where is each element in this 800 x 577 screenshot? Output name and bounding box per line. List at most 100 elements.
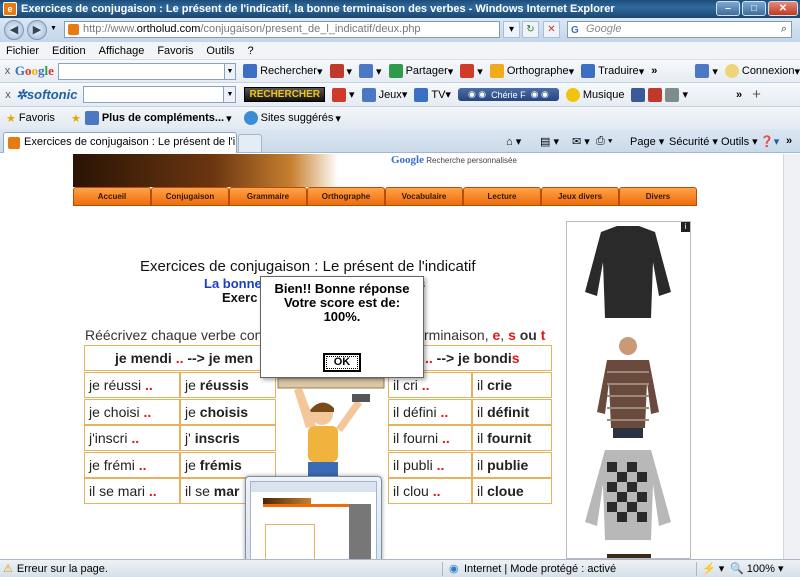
nav-conjugaison[interactable]: Conjugaison — [151, 187, 229, 206]
radio-player[interactable]: ◉ ◉ Chérie F ◉ ◉ — [457, 88, 559, 101]
new-tab-button[interactable] — [238, 134, 262, 152]
zoom-control[interactable]: 🔍 100% ▾ — [730, 562, 783, 575]
facebook-icon[interactable] — [631, 87, 646, 102]
bookmark-icon[interactable] — [460, 64, 475, 78]
refresh-icon[interactable]: ↻ — [522, 21, 539, 38]
close-button[interactable]: ✕ — [768, 1, 798, 16]
clothing-ad[interactable]: i — [566, 221, 691, 559]
ie-addon-icon — [84, 111, 99, 125]
google-partager-button[interactable]: Partager — [406, 65, 448, 77]
recent-pages-dropdown[interactable]: ▼ — [48, 24, 59, 35]
nav-grammaire[interactable]: Grammaire — [229, 187, 307, 206]
address-dropdown-icon[interactable]: ▾ — [503, 21, 520, 38]
ok-button[interactable]: OK — [323, 353, 361, 372]
answer-verb: inscris — [194, 430, 240, 446]
ad-info-icon[interactable]: i — [681, 222, 690, 232]
page-scrollbar[interactable] — [783, 154, 800, 559]
zoom-level: 100% — [746, 563, 775, 575]
nav-lecture[interactable]: Lecture — [463, 187, 541, 206]
page-menu[interactable]: Page ▾ — [630, 135, 664, 148]
google-traduire-button[interactable]: Traduire — [598, 65, 639, 77]
menu-affichage[interactable]: Affichage — [99, 45, 145, 57]
print-icon[interactable]: ⎙ ▾ — [596, 135, 612, 148]
menu-fichier[interactable]: Fichier — [6, 45, 39, 57]
mail-icon[interactable]: ✉ ▾ — [572, 135, 590, 148]
google-input-dropdown[interactable]: ▼ — [224, 62, 237, 80]
social-icon[interactable] — [665, 87, 680, 102]
warning-icon[interactable]: ⚠ — [3, 562, 13, 575]
address-input[interactable]: http://www.ortholud.com/conjugaison/pres… — [64, 21, 500, 38]
softonic-brand: softonic — [26, 86, 78, 102]
softonic-rechercher-button[interactable]: RECHERCHER — [244, 87, 326, 102]
answer-pronoun: il se — [185, 483, 214, 499]
instruction-right: rminaison, e, s ou t — [424, 327, 546, 343]
command-overflow-icon[interactable]: » — [786, 135, 792, 147]
puzzle-icon[interactable] — [359, 64, 374, 78]
popup-icon[interactable] — [329, 64, 344, 78]
answer-pronoun: il — [477, 483, 488, 499]
sites-suggeres-button[interactable]: Sites suggérés — [261, 112, 334, 124]
google-orthographe-button[interactable]: Orthographe — [507, 65, 569, 77]
menu-help[interactable]: ? — [248, 45, 254, 57]
close-softonic-icon[interactable]: x — [0, 89, 16, 101]
home-icon[interactable]: ⌂ ▾ — [506, 135, 521, 148]
youtube-icon[interactable] — [648, 87, 663, 102]
search-magnifier-icon[interactable]: ⌕ — [781, 22, 787, 37]
plus-de-complements-button[interactable]: Plus de compléments... — [102, 112, 224, 124]
blank-marker: .. — [143, 403, 152, 420]
answer-pronoun: il — [477, 403, 488, 420]
nav-accueil[interactable]: Accueil — [73, 187, 151, 206]
nav-vocabulaire[interactable]: Vocabulaire — [385, 187, 463, 206]
nav-jeux-divers[interactable]: Jeux divers — [541, 187, 619, 206]
internet-zone-icon: ◉ — [449, 563, 459, 575]
favoris-button[interactable]: Favoris — [19, 112, 55, 124]
maximize-button[interactable]: □ — [742, 1, 766, 16]
google-toolbar-input[interactable] — [57, 62, 225, 80]
stop-icon[interactable]: ✕ — [543, 21, 560, 38]
answer-verb: mar — [213, 483, 240, 499]
outils-menu[interactable]: Outils ▾ — [721, 135, 758, 148]
securite-menu[interactable]: Sécurité ▾ — [669, 135, 718, 148]
close-toolbar-icon[interactable]: x — [0, 65, 15, 77]
softonic-red-icon[interactable] — [332, 87, 347, 102]
connexion-icon — [724, 64, 739, 78]
answer-pronoun: il — [477, 377, 488, 393]
wrench-icon[interactable] — [695, 64, 710, 78]
forward-button[interactable]: ▶ — [27, 20, 47, 40]
menu-edition[interactable]: Edition — [52, 45, 86, 57]
table-cell-question: je choisi .. — [84, 398, 180, 425]
softonic-input-dropdown[interactable]: ▼ — [224, 86, 237, 103]
verb-prompt: il défini — [393, 403, 441, 420]
site-nav: Accueil Conjugaison Grammaire Orthograph… — [73, 187, 702, 206]
menu-outils[interactable]: Outils — [206, 45, 234, 57]
softonic-overflow-icon[interactable]: » — [736, 89, 742, 101]
search-input[interactable]: G Google ⌕ — [567, 21, 792, 38]
nav-orthographe[interactable]: Orthographe — [307, 187, 385, 206]
help-icon[interactable]: ❓▾ — [760, 135, 779, 148]
add-toolbar-icon[interactable]: + — [752, 86, 761, 103]
page-menu-label: Page — [630, 136, 656, 148]
rss-icon[interactable]: ▤ ▾ — [540, 135, 559, 148]
nav-divers[interactable]: Divers — [619, 187, 697, 206]
google-connexion-button[interactable]: Connexion — [742, 65, 795, 77]
minimize-button[interactable]: – — [716, 1, 740, 16]
zoom-mode-icon[interactable]: ⚡ ▾ — [702, 562, 724, 575]
toolbar-overflow-icon[interactable]: » — [651, 65, 657, 77]
menu-favoris[interactable]: Favoris — [157, 45, 193, 57]
page-subtitle-left: La bonne — [204, 276, 262, 291]
answer-verb: définit — [487, 403, 530, 420]
back-button[interactable]: ◀ — [4, 20, 24, 40]
letter-s: s — [508, 327, 516, 343]
answer-verb: réussis — [199, 377, 249, 393]
softonic-musique-button[interactable]: Musique — [583, 89, 625, 101]
softonic-tv-button[interactable]: TV — [431, 89, 445, 101]
google-toolbar: x Google ▼ Rechercher ▾ ▾ ▾ Partager ▾ ▾… — [0, 60, 800, 83]
softonic-jeux-button[interactable]: Jeux — [379, 89, 402, 101]
table-cell-question: il défini .. — [388, 398, 472, 425]
google-custom-search[interactable]: Google Recherche personnalisée — [391, 154, 517, 166]
active-tab[interactable]: Exercices de conjugaison : Le présent de… — [3, 132, 237, 153]
table-cell-answer: il crie — [472, 372, 552, 398]
google-rechercher-button[interactable]: Rechercher — [260, 65, 317, 77]
add-favorite-icon[interactable]: ★ — [71, 112, 81, 125]
softonic-search-input[interactable] — [83, 86, 225, 103]
